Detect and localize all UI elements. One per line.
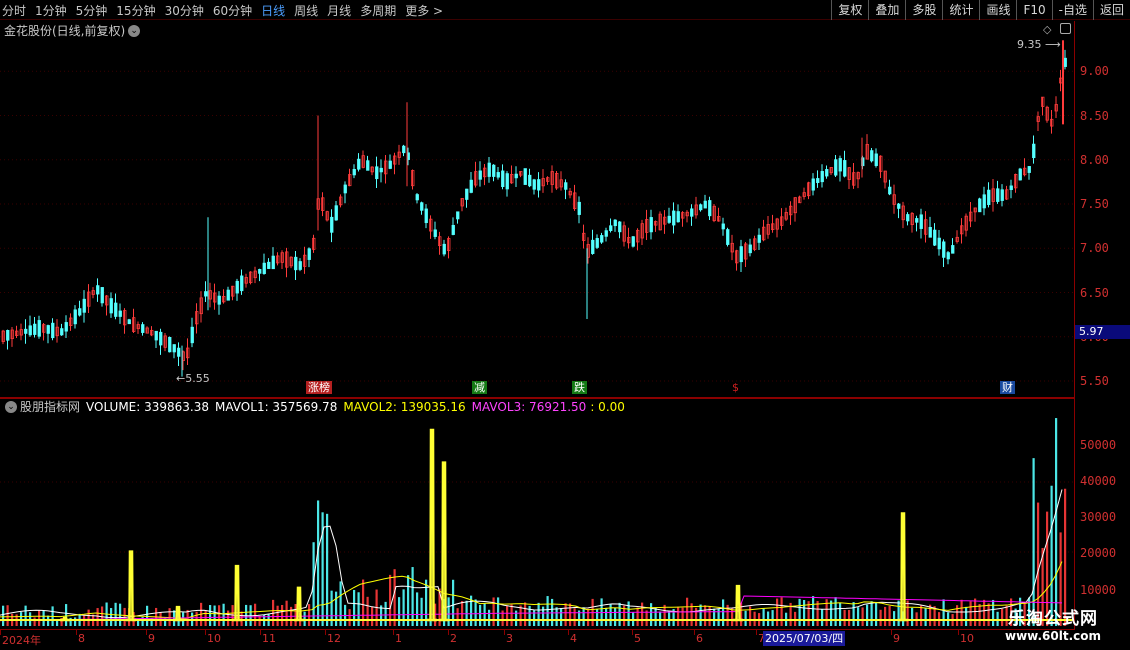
date-axis: 2024年 8 9 10 11 12 1 2 3 4 5 6 7 9 10 [0, 630, 1075, 650]
action-button-0[interactable]: 复权 [831, 0, 868, 20]
event-marker-reduce[interactable]: 减 [472, 381, 487, 394]
volume-axis-label: 10000 [1080, 582, 1117, 597]
action-buttons: 复权 叠加 多股 统计 画线 F10 -自选 返回 [831, 0, 1130, 20]
price-axis-label: 6.50 [1080, 285, 1109, 300]
price-axis-label: 7.50 [1080, 197, 1109, 211]
action-button-3[interactable]: 统计 [942, 0, 979, 20]
price-axis-label: 9.00 [1080, 64, 1109, 79]
price-axis-label: 7.00 [1080, 241, 1109, 256]
volume-axis-label: 30000 [1080, 510, 1117, 525]
low-price-label: ←5.55 [176, 372, 210, 385]
price-axis-label: 8.50 [1080, 108, 1109, 123]
date-tick: 10 [960, 632, 974, 645]
mavol3-value: MAVOL3: 76921.50 [471, 399, 587, 414]
date-tick: 6 [696, 632, 703, 645]
indicator-name[interactable]: 股朋指标网 [20, 398, 80, 415]
low-price-value: 5.55 [185, 372, 210, 385]
date-tick: 2024年 [2, 634, 41, 647]
period-tab-0[interactable]: 分时 [2, 2, 26, 19]
date-tick: 9 [148, 632, 155, 645]
date-tick-mark [504, 630, 505, 635]
arrow-icon: ← [176, 372, 186, 385]
volume-value: VOLUME: 339863.38 [86, 399, 210, 414]
price-axis-label: 5.50 [1080, 374, 1109, 388]
date-tick: 5 [634, 632, 641, 645]
price-panel-title: 金花股份(日线,前复权) ⌄ [4, 22, 143, 39]
date-tick: 4 [570, 632, 577, 645]
date-tick-mark [958, 630, 959, 635]
volume-panel-title: ⌄ 股朋指标网 VOLUME: 339863.38 MAVOL1: 357569… [2, 398, 625, 415]
date-tick-mark [694, 630, 695, 635]
action-button-5[interactable]: F10 [1016, 0, 1051, 20]
price-panel[interactable] [0, 21, 1075, 398]
volume-panel[interactable] [0, 398, 1075, 630]
event-marker-down[interactable]: 跌 [572, 381, 587, 394]
arrow-icon: ⟶ [1045, 38, 1061, 51]
mavol2-value: MAVOL2: 139035.16 [343, 399, 466, 414]
mavol1-value: MAVOL1: 357569.78 [215, 399, 338, 414]
extra-value: : 0.00 [590, 399, 625, 414]
period-tab-3[interactable]: 15分钟 [116, 2, 155, 19]
date-tick-mark [448, 630, 449, 635]
date-tick-mark [76, 630, 77, 635]
watermark: 乐淘公式网 www.60lt.com [992, 604, 1114, 648]
date-tick-mark [756, 630, 757, 635]
event-marker-up[interactable]: 涨榜 [306, 381, 332, 394]
action-button-7[interactable]: 返回 [1092, 0, 1130, 20]
period-tab-6[interactable]: 日线 [261, 2, 285, 19]
date-tick: 8 [78, 632, 85, 645]
period-selector: 分时 1分钟 5分钟 15分钟 30分钟 60分钟 日线 周线 月线 多周期 更多 > [2, 0, 452, 20]
action-button-1[interactable]: 叠加 [868, 0, 905, 20]
date-cursor-label: 2025/07/03/四 [763, 631, 846, 646]
panel-toggle-icon[interactable] [1060, 23, 1071, 34]
date-tick-mark [146, 630, 147, 635]
period-tab-2[interactable]: 5分钟 [76, 2, 108, 19]
period-tab-5[interactable]: 60分钟 [213, 2, 252, 19]
chevron-down-icon[interactable]: ⌄ [128, 24, 141, 37]
date-tick: 9 [893, 632, 900, 645]
period-tab-1[interactable]: 1分钟 [35, 2, 67, 19]
top-toolbar: 分时 1分钟 5分钟 15分钟 30分钟 60分钟 日线 周线 月线 多周期 更多 > 复权 叠加 多股… [0, 0, 1130, 20]
volume-axis-label: 40000 [1080, 473, 1117, 488]
date-tick-mark [632, 630, 633, 635]
volume-axis-label: 50000 [1080, 437, 1117, 452]
date-tick: 3 [506, 632, 513, 645]
period-tab-9[interactable]: 多周期 [360, 2, 396, 19]
date-tick: 11 [262, 632, 276, 645]
action-button-4[interactable]: 画线 [979, 0, 1016, 20]
chevron-down-icon[interactable]: ⌄ [5, 400, 17, 413]
date-tick-mark [568, 630, 569, 635]
date-tick-mark [393, 630, 394, 635]
period-tab-7[interactable]: 周线 [294, 2, 318, 19]
action-button-6[interactable]: -自选 [1051, 0, 1093, 20]
period-tab-4[interactable]: 30分钟 [165, 2, 204, 19]
high-price-label: 9.35 ⟶ [1017, 38, 1061, 51]
date-tick-mark [260, 630, 261, 635]
period-tab-10[interactable]: 更多 > [405, 2, 443, 19]
date-tick: 10 [207, 632, 221, 645]
high-price-value: 9.35 [1017, 38, 1042, 51]
date-tick-mark [205, 630, 206, 635]
watermark-url: www.60lt.com [1004, 629, 1102, 643]
date-tick: 12 [327, 632, 341, 645]
price-axis-label: 8.00 [1080, 152, 1109, 167]
volume-axis-label: 20000 [1080, 546, 1117, 561]
date-tick: 1 [395, 632, 402, 645]
date-tick-mark [325, 630, 326, 635]
action-button-2[interactable]: 多股 [905, 0, 942, 20]
event-marker-finance[interactable]: 财 [1000, 381, 1015, 394]
date-tick-mark [0, 630, 1, 635]
watermark-title: 乐淘公式网 [1008, 609, 1098, 629]
current-price-tag: 5.97 [1075, 325, 1130, 339]
period-tab-8[interactable]: 月线 [327, 2, 351, 19]
event-marker-dividend[interactable]: $ [730, 381, 741, 394]
diamond-icon[interactable]: ◇ [1043, 23, 1051, 36]
date-tick-mark [891, 630, 892, 635]
stock-title: 金花股份(日线,前复权) [4, 24, 126, 38]
date-tick: 2 [450, 632, 457, 645]
